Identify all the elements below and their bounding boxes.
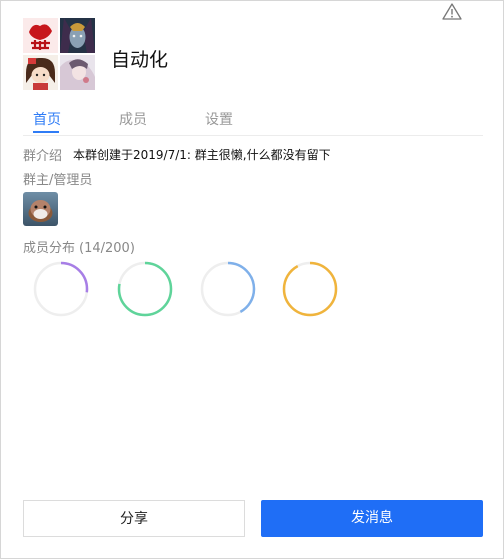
member-avatar [60,18,95,53]
tab-members[interactable]: 成员 [119,109,147,129]
member-avatar [60,55,95,90]
member-avatar [23,55,58,90]
distribution-ring [282,261,338,317]
share-button[interactable]: 分享 [23,500,245,537]
tab-home[interactable]: 首页 [33,109,61,129]
group-card: 自动化 首页 成员 设置 群介绍 本群创建于2019/7/1: 群主很懒,什么都… [0,0,504,559]
intro-label: 群介绍 [23,149,63,164]
owner-avatar[interactable] [23,192,58,226]
send-message-button[interactable]: 发消息 [261,500,483,537]
distribution-ring [33,261,89,317]
active-tab-indicator [33,131,59,133]
distribution-ring [200,261,256,317]
warning-triangle-icon [442,3,462,20]
tab-bar: 首页 成员 设置 [23,109,483,136]
distribution-ring [117,261,173,317]
report-button[interactable] [441,2,463,22]
group-avatar [23,18,95,90]
distribution-label: 成员分布 (14/200) [23,237,135,256]
intro-text: 本群创建于2019/7/1: 群主很懒,什么都没有留下 [73,148,331,162]
admins-label: 群主/管理员 [23,173,93,188]
member-avatar [23,18,58,53]
member-count: (14/200) [79,241,135,256]
distribution-title: 成员分布 [23,241,76,256]
tab-settings[interactable]: 设置 [205,109,233,129]
group-name: 自动化 [111,49,169,71]
